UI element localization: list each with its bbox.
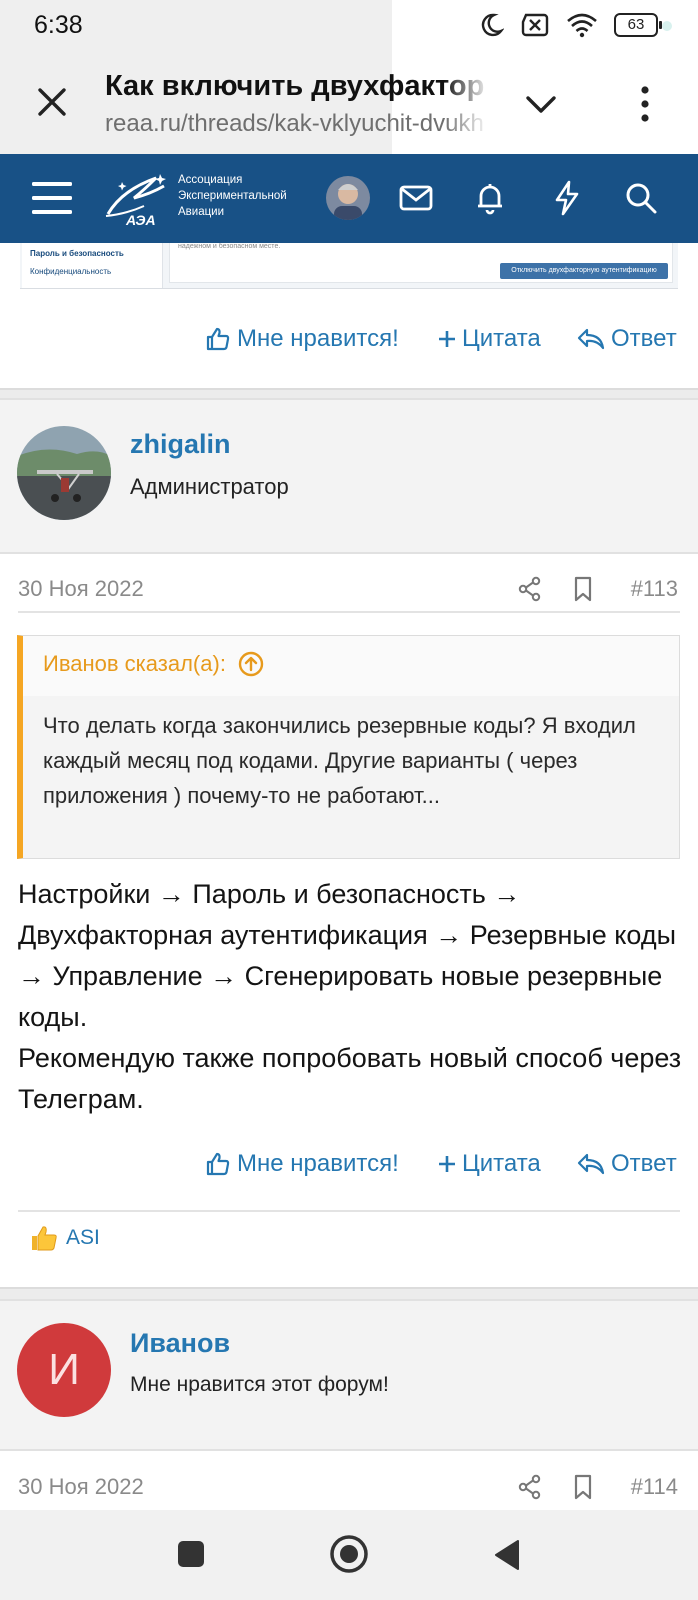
author-avatar[interactable]	[17, 426, 111, 520]
status-dot	[662, 21, 672, 31]
chevron-down-icon[interactable]	[520, 84, 562, 124]
thumbs-up-icon	[206, 327, 230, 351]
reactions-divider	[18, 1210, 680, 1212]
attachment-sidebar: Пароль и безопасность Конфиденциальность	[22, 243, 163, 288]
no-sim-icon	[521, 13, 549, 37]
mail-icon[interactable]	[396, 178, 436, 218]
bell-icon[interactable]	[470, 178, 510, 218]
quote-author: Иванов сказал(а):	[43, 651, 226, 676]
logo-mark-icon: АЭА	[105, 174, 166, 228]
like-button[interactable]: Мне нравится!	[205, 325, 399, 353]
reaction-user: ASI	[66, 1226, 100, 1249]
search-icon[interactable]	[621, 178, 661, 218]
quote-label: Цитата	[462, 325, 541, 352]
system-nav-bar	[0, 1510, 698, 1600]
logo-text: Ассоциация Экспериментальной Авиации	[178, 172, 287, 220]
reply-label: Ответ	[611, 325, 677, 352]
post-separator	[0, 388, 698, 398]
status-bar: 6:38 63	[0, 0, 698, 50]
reply-label: Ответ	[611, 1150, 677, 1177]
reply-button[interactable]: Ответ	[577, 1150, 677, 1178]
reply-button[interactable]: Ответ	[577, 325, 677, 353]
home-icon[interactable]	[329, 1534, 369, 1574]
site-logo[interactable]: АЭА Ассоциация Экспериментальной Авиации	[104, 168, 304, 230]
post-number[interactable]: #114	[631, 1474, 678, 1500]
quote-header: Иванов сказал(а):	[23, 636, 679, 696]
bookmark-icon[interactable]	[572, 575, 594, 603]
quote-label: Цитата	[462, 1150, 541, 1177]
author-name[interactable]: zhigalin	[130, 429, 231, 460]
status-icons: 63	[478, 12, 662, 38]
attachment-text: надежном и безопасном месте.	[178, 243, 281, 250]
close-icon[interactable]	[32, 82, 72, 122]
moon-icon	[481, 13, 504, 37]
status-time: 6:38	[34, 11, 83, 39]
reaction-bar[interactable]: ASI	[30, 1224, 100, 1252]
like-label: Мне нравится!	[237, 1150, 399, 1177]
more-menu-icon[interactable]	[630, 82, 660, 126]
meta-divider	[18, 611, 680, 613]
post-actions: Мне нравится! Цитата Ответ	[0, 325, 698, 365]
attachment-button: Отключить двухфакторную аутентификацию	[500, 263, 668, 279]
post-separator	[0, 1287, 698, 1299]
author-role: Администратор	[130, 474, 289, 499]
post-attachment-image[interactable]: Пароль и безопасность Конфиденциальность…	[20, 243, 678, 289]
reply-icon	[577, 1153, 605, 1175]
browser-toolbar: Как включить двухфактор reaa.ru/threads/…	[0, 50, 698, 154]
post-date[interactable]: 30 Ноя 2022	[18, 1474, 144, 1500]
quote-button[interactable]: Цитата	[438, 325, 541, 353]
menu-icon[interactable]	[30, 178, 74, 218]
attachment-sidebar-item: Пароль и безопасность	[30, 249, 124, 258]
page-url[interactable]: reaa.ru/threads/kak-vklyuchit-dvukh	[105, 110, 490, 138]
attachment-main: надежном и безопасном месте. Отключить д…	[169, 243, 673, 283]
reply-icon	[577, 328, 605, 350]
recents-icon[interactable]	[175, 1538, 207, 1570]
plus-icon	[439, 1156, 455, 1172]
like-label: Мне нравится!	[237, 325, 399, 352]
author-avatar-photo	[17, 426, 111, 520]
author-avatar[interactable]: И	[17, 1323, 111, 1417]
author-role: Мне нравится этот форум!	[130, 1373, 389, 1396]
lightning-icon[interactable]	[547, 178, 587, 218]
arrow-up-circle-icon	[238, 651, 264, 677]
wifi-icon	[567, 13, 597, 38]
attachment-sidebar-item: Конфиденциальность	[30, 267, 112, 276]
like-button[interactable]: Мне нравится!	[205, 1150, 399, 1178]
thumbs-up-emoji-icon	[32, 1226, 57, 1251]
post-author-block: zhigalin Администратор	[0, 398, 698, 554]
logo-mark-text: АЭА	[125, 212, 156, 228]
author-name[interactable]: Иванов	[130, 1328, 230, 1359]
share-icon[interactable]	[518, 576, 542, 602]
quote-button[interactable]: Цитата	[438, 1150, 541, 1178]
site-header: АЭА Ассоциация Экспериментальной Авиации	[0, 154, 698, 243]
user-avatar[interactable]	[326, 176, 370, 220]
post-number[interactable]: #113	[631, 576, 678, 602]
post-date[interactable]: 30 Ноя 2022	[18, 576, 144, 602]
plus-icon	[439, 331, 455, 347]
quote-text: Что делать когда закончились резервные к…	[43, 713, 636, 808]
logo-line-1: Ассоциация	[178, 174, 243, 186]
quote-author-link[interactable]: Иванов сказал(а):	[43, 651, 264, 677]
user-avatar-image	[326, 176, 370, 220]
post-body-paragraph: Настройки → Пароль и безопасность → Двух…	[18, 879, 676, 1032]
logo-line-2: Экспериментальной	[178, 190, 287, 202]
post-meta: 30 Ноя 2022 #113	[0, 572, 698, 606]
back-icon[interactable]	[492, 1538, 522, 1572]
post-body-paragraph: Рекомендую также попробовать новый спосо…	[18, 1043, 682, 1114]
battery-icon: 63	[614, 13, 662, 37]
post-meta: 30 Ноя 2022 #114	[0, 1470, 698, 1504]
quote-block: Иванов сказал(а): Что делать когда закон…	[17, 635, 680, 859]
bookmark-icon[interactable]	[572, 1473, 594, 1501]
share-icon[interactable]	[518, 1474, 542, 1500]
page-title: Как включить двухфактор	[105, 70, 485, 102]
post-actions: Мне нравится! Цитата Ответ	[0, 1150, 698, 1190]
logo-line-3: Авиации	[178, 206, 225, 218]
thumbs-up-icon	[206, 1152, 230, 1176]
post-body: Настройки → Пароль и безопасность → Двух…	[18, 874, 683, 1120]
